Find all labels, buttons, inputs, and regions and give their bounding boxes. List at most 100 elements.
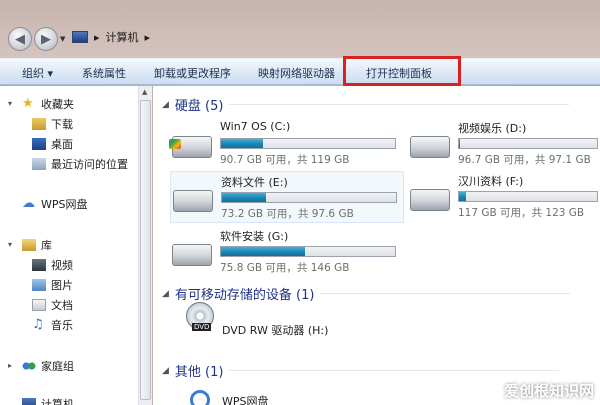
drive-info: 73.2 GB 可用，共 97.6 GB [221, 208, 354, 220]
expand-library-icon[interactable]: ▾ [8, 240, 12, 249]
wps-drive-name[interactable]: WPS网盘 [222, 393, 269, 405]
sidebar-item-label: 桌面 [51, 138, 73, 151]
drive-name: 软件安装 (G:) [220, 230, 289, 243]
star-icon: ★ [22, 96, 34, 111]
sidebar-item-music[interactable]: ♫ 音乐 [32, 317, 73, 333]
watermark: 爱创根知识网 [503, 382, 594, 400]
map-network-drive-button[interactable]: 映射网络驱动器 [258, 65, 335, 81]
sidebar-item-label: 下载 [51, 118, 73, 131]
group-other[interactable]: ◢ 其他 (1) [162, 361, 560, 380]
breadcrumb[interactable]: ▸ 计算机 ▸ [72, 29, 150, 45]
usage-bar [220, 246, 396, 257]
group-divider [320, 293, 571, 294]
breadcrumb-sep-2[interactable]: ▸ [145, 31, 151, 44]
sidebar-item-homegroup[interactable]: 家庭组 [22, 358, 74, 374]
history-dropdown-icon[interactable]: ▼ [60, 35, 65, 43]
sidebar-item-label: 文档 [51, 299, 73, 312]
sidebar-item-label: 音乐 [51, 319, 73, 332]
expand-favorites-icon[interactable]: ▾ [8, 99, 12, 108]
hard-drive-icon [172, 244, 212, 266]
document-icon [32, 299, 46, 311]
drive-g[interactable]: 软件安装 (G:) 75.8 GB 可用，共 146 GB [170, 226, 400, 278]
uninstall-program-button[interactable]: 卸载或更改程序 [154, 65, 231, 81]
usage-bar-fill [459, 192, 466, 201]
music-icon: ♫ [32, 317, 44, 332]
video-icon [32, 259, 46, 271]
organize-button[interactable]: 组织 ▾ [22, 65, 53, 81]
picture-icon [32, 279, 46, 291]
computer-icon [72, 31, 88, 43]
expand-homegroup-icon[interactable]: ▸ [8, 361, 12, 370]
hard-drive-icon [410, 136, 450, 158]
group-title: 其他 (1) [174, 365, 224, 380]
drive-e[interactable]: 资料文件 (E:) 73.2 GB 可用，共 97.6 GB [170, 171, 404, 223]
breadcrumb-computer[interactable]: 计算机 [106, 29, 139, 45]
group-divider [229, 370, 560, 371]
sidebar-item-documents[interactable]: 文档 [32, 297, 73, 313]
back-button[interactable]: ◀ [8, 27, 32, 51]
sidebar-item-favorites[interactable]: ★ 收藏夹 [22, 96, 74, 112]
sidebar-scrollbar[interactable]: ▲ [138, 86, 152, 405]
sidebar-item-label: 计算机 [41, 398, 74, 405]
collapse-icon[interactable]: ◢ [162, 366, 169, 376]
dvd-drive-name[interactable]: DVD RW 驱动器 (H:) [222, 322, 328, 338]
group-divider [229, 104, 570, 105]
usage-bar-fill [221, 139, 263, 148]
collapse-icon[interactable]: ◢ [162, 289, 169, 299]
address-bar-area: ◀ ▶ ▼ ▸ 计算机 ▸ [0, 0, 600, 58]
usage-bar-fill [222, 193, 266, 202]
sidebar-item-computer[interactable]: 计算机 [22, 396, 74, 405]
wps-cloud-icon[interactable] [190, 390, 210, 405]
drive-name: Win7 OS (C:) [220, 120, 291, 133]
usage-bar-fill [459, 139, 461, 148]
sidebar-item-label: 最近访问的位置 [51, 158, 128, 171]
hard-drive-icon [169, 136, 212, 158]
sidebar-item-label: 收藏夹 [41, 98, 74, 111]
usage-bar [220, 138, 396, 149]
download-folder-icon [32, 118, 46, 130]
sidebar-item-library[interactable]: 库 [22, 237, 52, 253]
sidebar-item-label: 视频 [51, 259, 73, 272]
sidebar-item-downloads[interactable]: 下载 [32, 116, 73, 132]
scroll-up-icon[interactable]: ▲ [142, 88, 147, 96]
desktop-icon [32, 138, 46, 150]
drive-c[interactable]: Win7 OS (C:) 90.7 GB 可用，共 119 GB [169, 118, 400, 170]
highlight-box [343, 56, 461, 86]
library-icon [22, 239, 36, 251]
sidebar-item-wps[interactable]: ☁ WPS网盘 [22, 196, 88, 212]
group-removable[interactable]: ◢ 有可移动存储的设备 (1) [162, 284, 571, 303]
usage-bar [458, 138, 598, 149]
sidebar-item-recent[interactable]: 最近访问的位置 [32, 156, 128, 172]
group-hard-disks[interactable]: ◢ 硬盘 (5) [162, 95, 570, 114]
drive-info: 96.7 GB 可用，共 97.1 GB [458, 154, 591, 166]
command-bar: 组织 ▾ 系统属性 卸载或更改程序 映射网络驱动器 打开控制面板 [0, 58, 600, 85]
drive-f[interactable]: 汉川资料 (F:) 117 GB 可用，共 123 GB [408, 171, 598, 223]
forward-button[interactable]: ▶ [34, 27, 58, 51]
collapse-icon[interactable]: ◢ [162, 100, 169, 110]
scrollbar-thumb[interactable] [140, 100, 151, 400]
back-arrow-icon: ◀ [15, 31, 25, 47]
sidebar-item-label: WPS网盘 [41, 198, 88, 211]
usage-bar [221, 192, 397, 203]
hard-drive-icon [173, 190, 213, 212]
sidebar-item-label: 家庭组 [41, 360, 74, 373]
drive-info: 90.7 GB 可用，共 119 GB [220, 154, 350, 166]
cloud-icon: ☁ [22, 196, 35, 211]
drive-info: 117 GB 可用，共 123 GB [458, 207, 585, 219]
forward-arrow-icon: ▶ [41, 31, 51, 47]
group-title: 硬盘 (5) [174, 99, 224, 114]
drive-name: 视频娱乐 (D:) [458, 122, 527, 135]
sidebar-item-desktop[interactable]: 桌面 [32, 136, 73, 152]
drive-d[interactable]: 视频娱乐 (D:) 96.7 GB 可用，共 97.1 GB [408, 118, 598, 170]
recent-places-icon [32, 158, 46, 170]
dvd-badge: DVD [192, 323, 212, 331]
sidebar-item-pictures[interactable]: 图片 [32, 277, 73, 293]
breadcrumb-sep[interactable]: ▸ [94, 31, 100, 44]
computer-icon [22, 398, 36, 405]
usage-bar [458, 191, 598, 202]
drive-name: 资料文件 (E:) [221, 176, 288, 189]
sidebar-item-label: 库 [41, 239, 52, 252]
system-properties-button[interactable]: 系统属性 [82, 65, 126, 81]
group-title: 有可移动存储的设备 (1) [174, 288, 315, 303]
sidebar-item-videos[interactable]: 视频 [32, 257, 73, 273]
